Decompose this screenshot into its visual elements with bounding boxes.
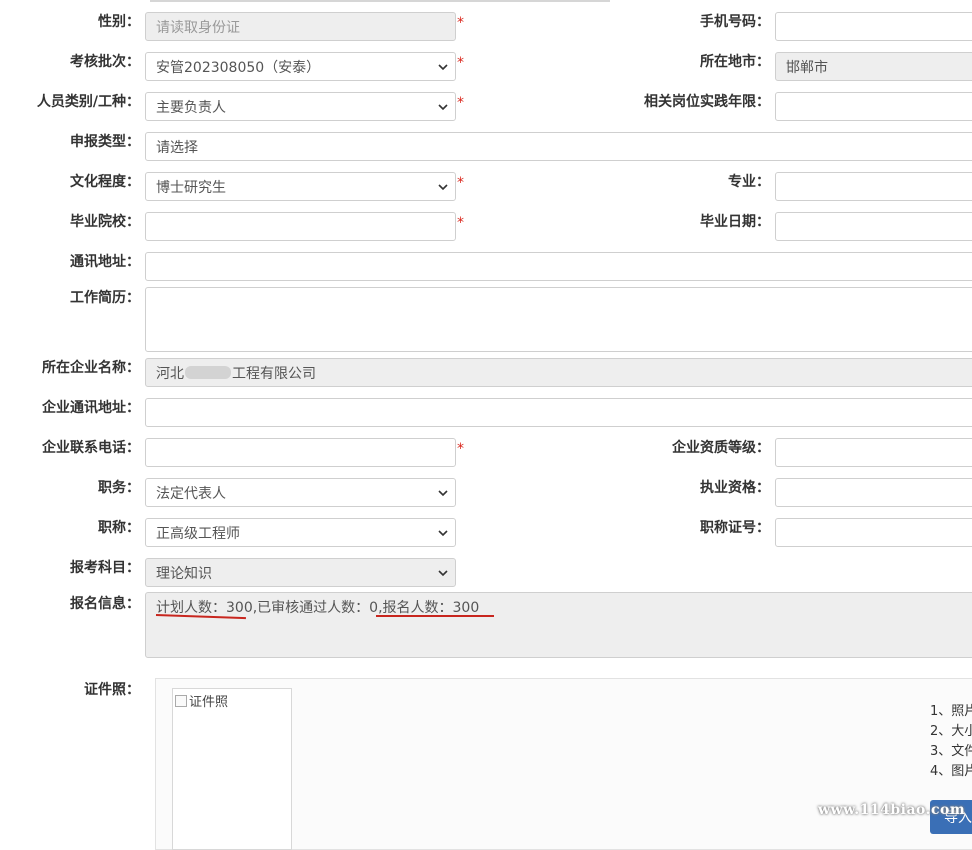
photo-alt-text: 证件照 [189,695,229,710]
years-label: 相关岗位实践年限： [644,94,770,110]
company-value-prefix: 河北 [156,365,184,382]
chevron-down-icon [438,569,448,576]
grad-date-label: 毕业日期： [700,214,770,230]
apply-type-label: 申报类型： [70,134,140,150]
broken-image-icon [175,694,187,707]
address-label: 通讯地址： [70,254,140,270]
photo-preview[interactable]: 证件照 [172,688,292,850]
city-input[interactable]: 邯郸市 [775,52,972,81]
address-input[interactable] [145,252,972,281]
photo-label: 证件照： [84,682,140,698]
top-border [150,0,610,2]
phone-input[interactable] [775,12,972,41]
note-2: 2、大小 [930,724,972,739]
company-input[interactable]: 河北 工程有限公司 [145,358,972,387]
note-4: 4、图片 [930,764,972,779]
resume-textarea[interactable] [145,287,972,352]
note-3: 3、文件 [930,744,972,759]
qualification-level-input[interactable] [775,438,972,467]
redacted-blur [185,366,231,379]
company-value-suffix: 工程有限公司 [232,365,316,382]
qualification-level-label: 企业资质等级： [672,440,770,456]
years-input[interactable] [775,92,972,121]
major-label: 专业： [728,174,770,190]
signup-info-value: 计划人数：300,已审核通过人数：0,报名人数：300 [156,600,480,616]
phone-label: 手机号码： [700,14,770,30]
apply-type-value: 请选择 [156,139,198,156]
resume-label: 工作简历： [70,290,140,306]
photo-alt: 证件照 [175,691,228,710]
company-address-input[interactable] [145,398,972,427]
red-underline [376,615,494,617]
title-cert-label: 职称证号： [700,520,770,536]
city-value: 邯郸市 [786,59,828,76]
license-input[interactable] [775,478,972,507]
note-1: 1、照片 [930,704,972,719]
watermark: www.114biao.com [818,802,966,818]
apply-type-select[interactable]: 请选择 [145,132,972,161]
title-cert-input[interactable] [775,518,972,547]
company-label: 所在企业名称： [42,360,140,376]
signup-info-label: 报名信息： [70,596,140,612]
city-label: 所在地市： [700,54,770,70]
subject-select[interactable]: 理论知识 [145,558,456,587]
subject-value: 理论知识 [156,565,212,582]
subject-label: 报考科目： [70,560,140,576]
signup-info-box: 计划人数：300,已审核通过人数：0,报名人数：300 [145,592,972,658]
license-label: 执业资格： [700,480,770,496]
company-address-label: 企业通讯地址： [42,400,140,416]
major-input[interactable] [775,172,972,201]
grad-date-input[interactable] [775,212,972,241]
